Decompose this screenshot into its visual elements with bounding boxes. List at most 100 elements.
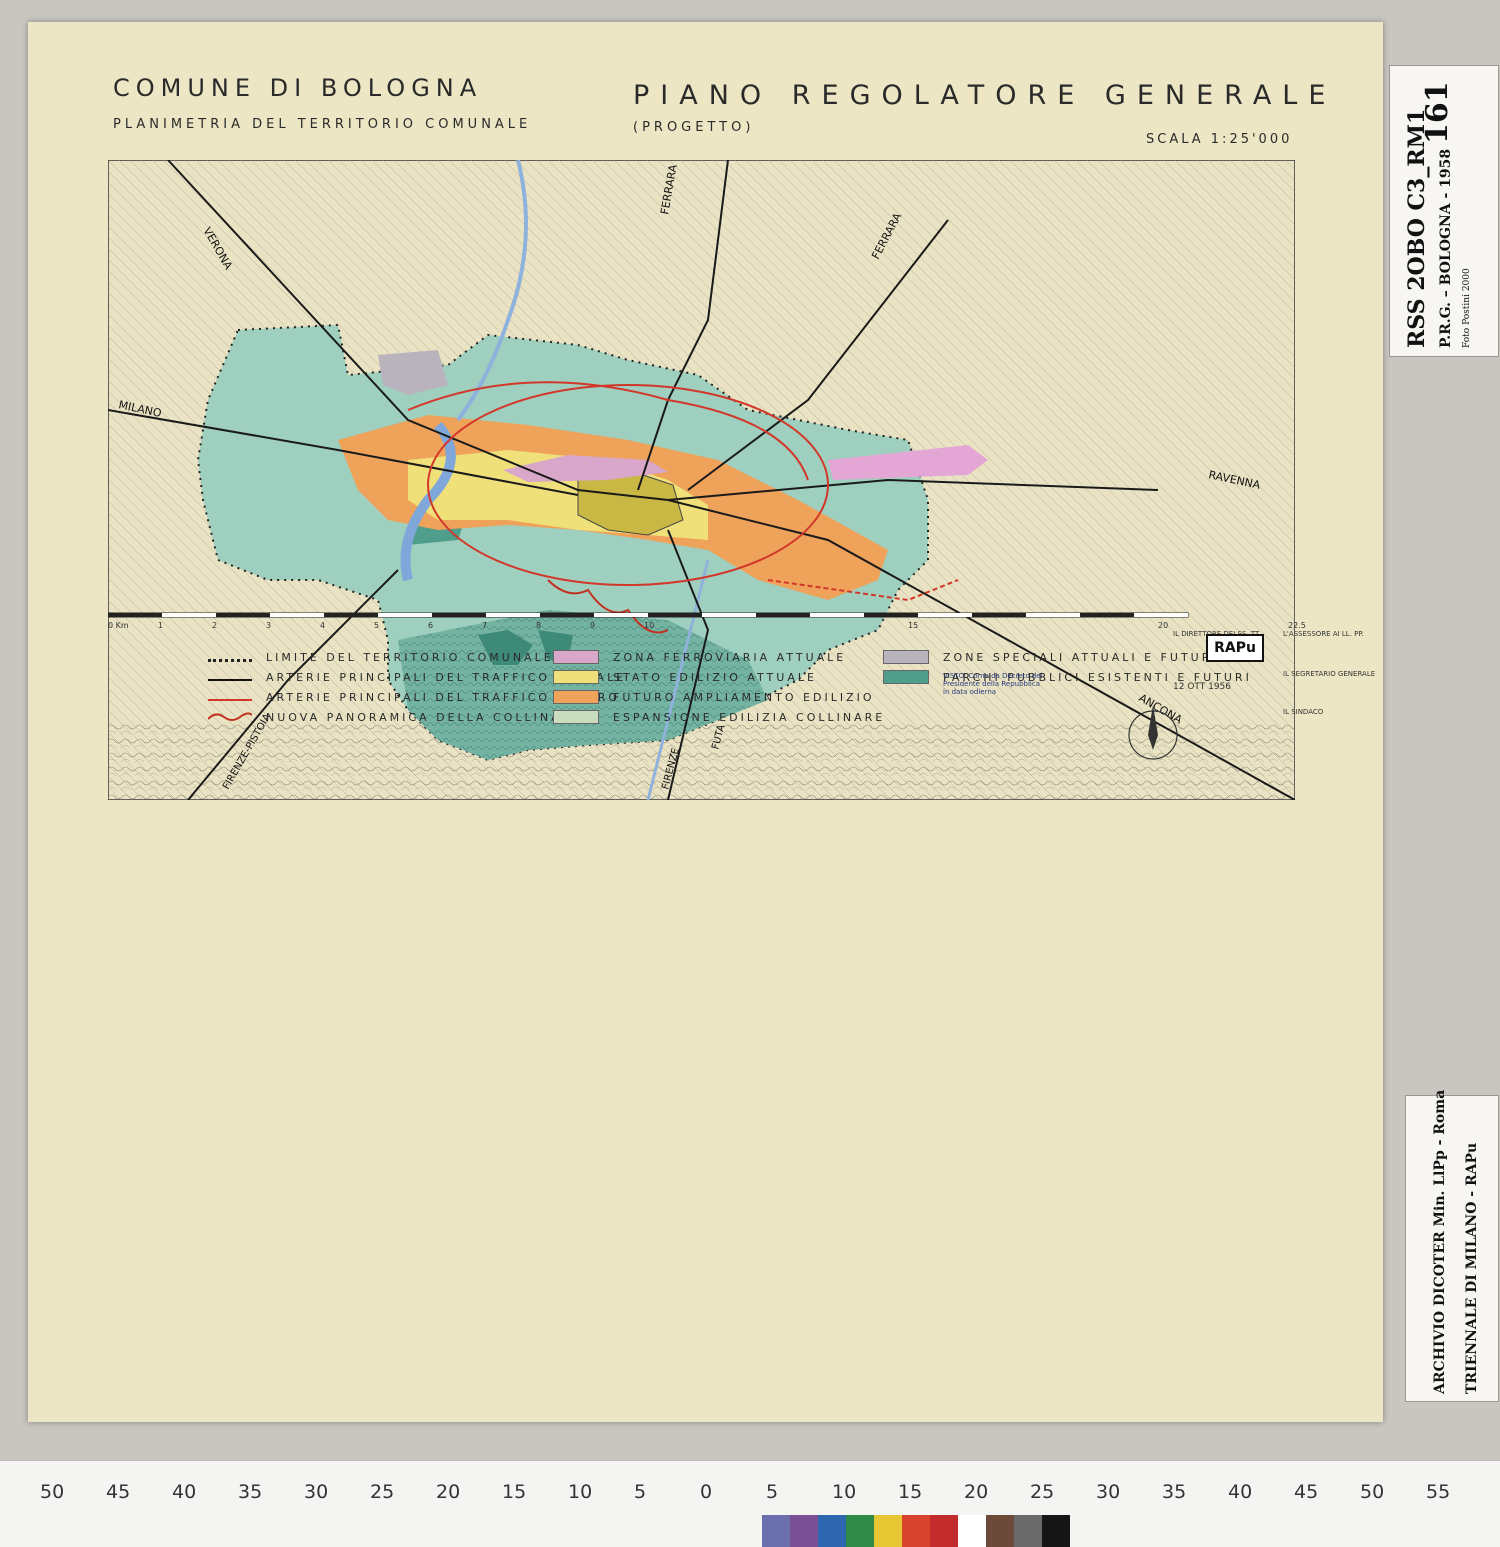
title-comune: COMUNE DI BOLOGNA [113,74,483,102]
ruler-number: 0 [700,1481,713,1503]
ruler-number: 35 [238,1481,263,1503]
legend-label: ESPANSIONE EDILIZIA COLLINARE [613,710,886,724]
scale-segment [324,613,378,617]
legend-swatch [883,670,929,684]
scale-segment [162,613,216,617]
ruler-number: 20 [436,1481,461,1503]
color-chip [930,1515,958,1547]
scale-label: 1 [158,621,164,630]
ruler-number: 45 [106,1481,131,1503]
color-chip [818,1515,846,1547]
stamp-date: 12 OTT 1956 [1173,682,1231,692]
scale-label: 7 [482,621,488,630]
legend: LIMITE DEL TERRITORIO COMUNALE ARTERIE PR… [208,647,1249,737]
archive-line-1: ARCHIVIO DICOTER Min. LlPp - Roma [1432,1089,1448,1394]
scale-label: 22.5 [1288,621,1306,630]
scale-segment [378,613,432,617]
legend-swatch [883,650,929,664]
scale-segment [648,613,702,617]
archive-credit: Foto Postini 2000 [1462,268,1472,348]
scale-bar-svg [108,612,1189,618]
scale-label: 10 [644,621,655,630]
rapu-logo: RAPu [1206,634,1264,662]
legend-label: NUOVA PANORAMICA DELLA COLLINA [266,710,562,724]
legend-swatch [208,673,252,681]
scale-label: 0 Km [108,621,129,630]
ruler-number: 15 [502,1481,527,1503]
legend-swatch [208,711,252,723]
legend-swatch [553,670,599,684]
archive-description: P.R.G. – BOLOGNA - 1958 [1438,148,1454,348]
scale-segment [864,613,918,617]
ruler-number: 10 [832,1481,857,1503]
legend-swatch [208,653,252,662]
legend-swatch [553,710,599,724]
signature-stamps: IL DIRETTORE DEI SS. TT. L'ASSESSORE AI … [943,630,1378,740]
subtitle-progetto: (PROGETTO) [633,120,755,135]
measurement-ruler: 50 45 40 35 30 25 20 15 10 5 0 5 10 15 20 25 30 35 40 45 50 5… [0,1460,1500,1547]
archive-number: 161 [1420,81,1455,144]
color-chip [1042,1515,1070,1547]
stamp-segretario: IL SEGRETARIO GENERALE [1283,670,1376,678]
legend-item: ZONA FERROVIARIA ATTUALE [553,647,885,667]
legend-item: STATO EDILIZIO ATTUALE [553,667,885,687]
ruler-number: 5 [634,1481,647,1503]
legend-swatch [553,650,599,664]
scale-segment [216,613,270,617]
stamp-visto: VISTO: Come da Decreto del Presidente de… [943,672,1043,696]
scale-segment [540,613,594,617]
ruler-number: 5 [766,1481,779,1503]
scale-segment [756,613,810,617]
scale-label: 3 [266,621,272,630]
archive-label-top: RSS 2OBO C3_RM1 161 P.R.G. – BOLOGNA - 1… [1389,65,1499,357]
legend-label: FUTURO AMPLIAMENTO EDILIZIO [613,690,875,704]
legend-swatch [553,690,599,704]
scale-segment [1134,613,1188,617]
ruler-number: 20 [964,1481,989,1503]
ruler-number: 45 [1294,1481,1319,1503]
ruler-number: 50 [1360,1481,1385,1503]
legend-column-2: ZONA FERROVIARIA ATTUALE STATO EDILIZIO A… [553,647,885,727]
scale-label: 20 [1158,621,1169,630]
color-chip [902,1515,930,1547]
scale-text: SCALA 1:25'000 [1146,132,1293,147]
ruler-number: 30 [1096,1481,1121,1503]
legend-item: FUTURO AMPLIAMENTO EDILIZIO [553,687,885,707]
scale-label: 4 [320,621,326,630]
scale-segment [918,613,972,617]
scale-segment [432,613,486,617]
color-chip [986,1515,1014,1547]
legend-label: ZONA FERROVIARIA ATTUALE [613,650,847,664]
color-chip [1014,1515,1042,1547]
scale-segment [972,613,1026,617]
scale-label: 8 [536,621,542,630]
color-chip [958,1515,986,1547]
legend-item: ESPANSIONE EDILIZIA COLLINARE [553,707,885,727]
scale-label: 5 [374,621,380,630]
map-sheet: COMUNE DI BOLOGNA PIANO REGOLATORE GENER… [28,22,1383,1422]
color-chip [874,1515,902,1547]
scale-segment [1026,613,1080,617]
legend-label: STATO EDILIZIO ATTUALE [613,670,817,684]
scale-bar-segments [108,613,1188,617]
legend-label: LIMITE DEL TERRITORIO COMUNALE [266,650,554,664]
scale-segment [1080,613,1134,617]
scale-segment [594,613,648,617]
ruler-number: 10 [568,1481,593,1503]
ruler-number: 30 [304,1481,329,1503]
legend-swatch [208,693,252,701]
scale-segment [486,613,540,617]
ruler-number: 25 [370,1481,395,1503]
ruler-number: 40 [172,1481,197,1503]
archive-code: RSS 2OBO C3_RM1 [1404,108,1430,348]
scale-segment [810,613,864,617]
archive-label-bottom: ARCHIVIO DICOTER Min. LlPp - Roma TRIENN… [1405,1090,1499,1402]
subtitle-planimetria: PLANIMETRIA DEL TERRITORIO COMUNALE [113,117,532,132]
stamp-assessore: L'ASSESSORE AI LL. PP. [1283,630,1364,638]
scale-label: 2 [212,621,218,630]
scale-segment [108,613,162,617]
ruler-number: 35 [1162,1481,1187,1503]
scale-bar: 0 Km 1 2 3 4 5 6 7 8 9 10 15 20 22.5 [108,607,1306,637]
color-chip [846,1515,874,1547]
color-chip [762,1515,790,1547]
